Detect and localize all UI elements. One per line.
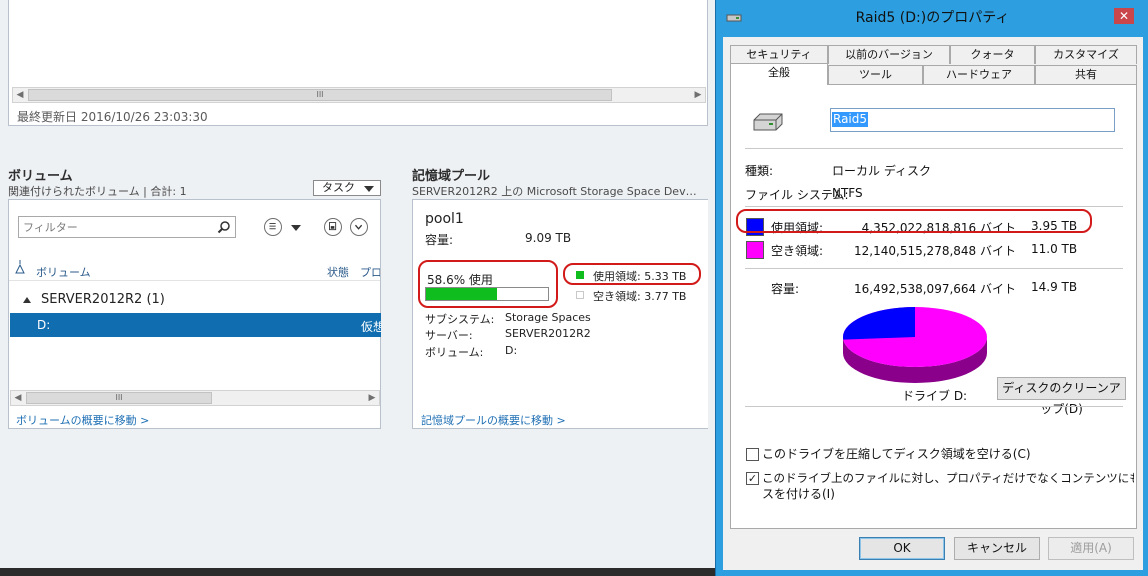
volumes-hscrollbar[interactable]: ◀ III ▶ (10, 390, 380, 406)
tab-previous-versions[interactable]: 以前のバージョン (828, 45, 950, 64)
tab-quota[interactable]: クォータ (950, 45, 1035, 64)
drive-icon (753, 113, 783, 131)
separator (745, 268, 1123, 269)
free-legend-swatch (576, 291, 584, 299)
warning-icon (15, 260, 25, 274)
taskbar-strip (0, 568, 715, 576)
tab-sharing[interactable]: 共有 (1035, 65, 1137, 84)
expand-chevron-icon[interactable] (350, 218, 368, 236)
scroll-thumb[interactable]: III (28, 89, 612, 101)
pool-name: pool1 (425, 211, 464, 227)
provisioning-cell: 仮想 (361, 320, 381, 334)
volume-label-field[interactable]: Raid5 (830, 108, 1115, 132)
filter-box[interactable] (18, 216, 236, 238)
chevron-down-icon (364, 186, 374, 192)
dialog-body: セキュリティ 以前のバージョン クォータ カスタマイズ 全般 ツール ハードウェ… (723, 37, 1143, 570)
col-header-provisioning[interactable]: プロ (360, 264, 380, 280)
server-value: SERVER2012R2 (505, 327, 591, 340)
drive-name-label: ドライブ D: (902, 389, 968, 403)
volumes-subtitle: 関連付けられたボリューム | 合計: 1 (8, 185, 187, 198)
filter-input[interactable] (19, 217, 209, 237)
properties-dialog: Raid5 (D:)のプロパティ ✕ セキュリティ 以前のバージョン クォータ … (715, 0, 1148, 576)
separator (745, 148, 1123, 149)
search-icon[interactable] (217, 220, 231, 234)
pie-used-slice (843, 307, 915, 340)
volume-value: D: (505, 344, 518, 357)
tasks-dropdown[interactable]: タスク (313, 180, 381, 196)
storage-pool-panel: pool1 容量: 9.09 TB 58.6% 使用 使用領域: 5.33 TB… (412, 199, 708, 429)
capacity-value: 9.09 TB (525, 231, 572, 245)
compress-checkbox[interactable] (746, 448, 759, 461)
used-space-highlight-ring (736, 209, 1092, 233)
disk-cleanup-button[interactable]: ディスクのクリーンアップ(D) (997, 377, 1126, 416)
subsystem-value: Storage Spaces (505, 311, 591, 324)
volume-key: ボリューム: (425, 346, 484, 359)
volumes-overview-link[interactable]: ボリュームの概要に移動 > (16, 412, 149, 428)
ok-button[interactable]: OK (859, 537, 945, 560)
collapse-triangle-icon[interactable] (23, 296, 31, 303)
index-checkbox-label-line1: このドライブ上のファイルに対し、プロパティだけでなくコンテンツにもインデックス (762, 471, 1134, 485)
free-color-swatch (746, 241, 764, 259)
tasks-label: タスク (322, 181, 355, 194)
index-checkbox-label[interactable]: このドライブ上のファイルに対し、プロパティだけでなくコンテンツにもインデックス … (762, 470, 1134, 502)
scroll-right-arrow-icon[interactable]: ▶ (691, 88, 705, 102)
tab-general[interactable]: 全般 (730, 63, 828, 85)
view-options-chevron-icon[interactable] (291, 225, 301, 231)
free-space-bytes: 12,140,515,278,848 バイト (854, 244, 1016, 258)
apply-button[interactable]: 適用(A) (1048, 537, 1134, 560)
separator (745, 406, 1123, 407)
usage-highlight-ring (418, 260, 558, 308)
save-query-icon[interactable] (324, 218, 342, 236)
type-label: 種類: (745, 164, 774, 178)
last-updated-text: 最終更新日 2016/10/26 23:03:30 (17, 110, 208, 124)
capacity-bytes: 16,492,538,097,664 バイト (854, 282, 1016, 296)
separator (745, 206, 1123, 207)
type-value: ローカル ディスク (832, 164, 931, 178)
server-key: サーバー: (425, 329, 473, 342)
storage-pool-subtitle: SERVER2012R2 上の Microsoft Storage Space … (412, 185, 697, 198)
dialog-title: Raid5 (D:)のプロパティ (855, 10, 1010, 26)
view-options-icon[interactable] (264, 218, 282, 236)
tab-customize[interactable]: カスタマイズ (1035, 45, 1137, 64)
disk-usage-pie (843, 307, 987, 383)
used-space-highlight-ring (563, 263, 701, 285)
filesystem-value: NTFS (832, 186, 863, 200)
subsystem-key: サブシステム: (425, 313, 495, 326)
compress-checkbox-label[interactable]: このドライブを圧縮してディスク領域を空ける(C) (762, 446, 1031, 462)
events-pane: ◀ III ▶ 最終更新日 2016/10/26 23:03:30 (8, 0, 708, 126)
index-checkbox-label-line2: スを付ける(I) (762, 487, 835, 501)
volumes-title: ボリューム (8, 169, 73, 184)
scroll-thumb[interactable]: III (26, 392, 212, 404)
server-group-label: SERVER2012R2 (1) (41, 292, 165, 307)
capacity-label: 容量: (771, 282, 800, 296)
cancel-button[interactable]: キャンセル (954, 537, 1040, 560)
storage-pool-title: 記憶域プール (412, 169, 491, 184)
storage-pool-overview-link[interactable]: 記憶域プールの概要に移動 > (421, 412, 566, 428)
scroll-right-arrow-icon[interactable]: ▶ (365, 391, 379, 405)
scroll-left-arrow-icon[interactable]: ◀ (11, 391, 25, 405)
free-space-label: 空き領域: (771, 244, 824, 258)
volume-label-text[interactable]: Raid5 (832, 112, 869, 127)
tab-security[interactable]: セキュリティ (730, 45, 828, 64)
scroll-left-arrow-icon[interactable]: ◀ (13, 88, 27, 102)
table-row[interactable]: D: 仮想 (10, 313, 381, 337)
volume-cell: D: (37, 318, 51, 332)
general-tab-page: Raid5 種類: ローカル ディスク ファイル システム: NTFS 使用領域… (730, 84, 1137, 529)
capacity-size: 14.9 TB (1031, 280, 1078, 294)
free-space-size: 11.0 TB (1031, 242, 1078, 256)
index-checkbox[interactable]: ✓ (746, 472, 759, 485)
capacity-label: 容量: (425, 233, 454, 247)
server-group-row[interactable]: SERVER2012R2 (1) (23, 292, 165, 307)
tab-tools[interactable]: ツール (828, 65, 923, 84)
events-hscrollbar[interactable]: ◀ III ▶ (12, 87, 706, 103)
close-icon[interactable]: ✕ (1114, 8, 1134, 24)
tab-hardware[interactable]: ハードウェア (923, 65, 1035, 84)
col-header-status[interactable]: 状態 (327, 264, 349, 280)
volumes-panel: ボリューム 状態 プロ SERVER2012R2 (1) D: 仮想 ◀ III… (8, 199, 381, 429)
col-header-volume[interactable]: ボリューム (36, 264, 91, 280)
free-space-label: 空き領域: 3.77 TB (593, 290, 687, 303)
header-divider (9, 280, 380, 281)
